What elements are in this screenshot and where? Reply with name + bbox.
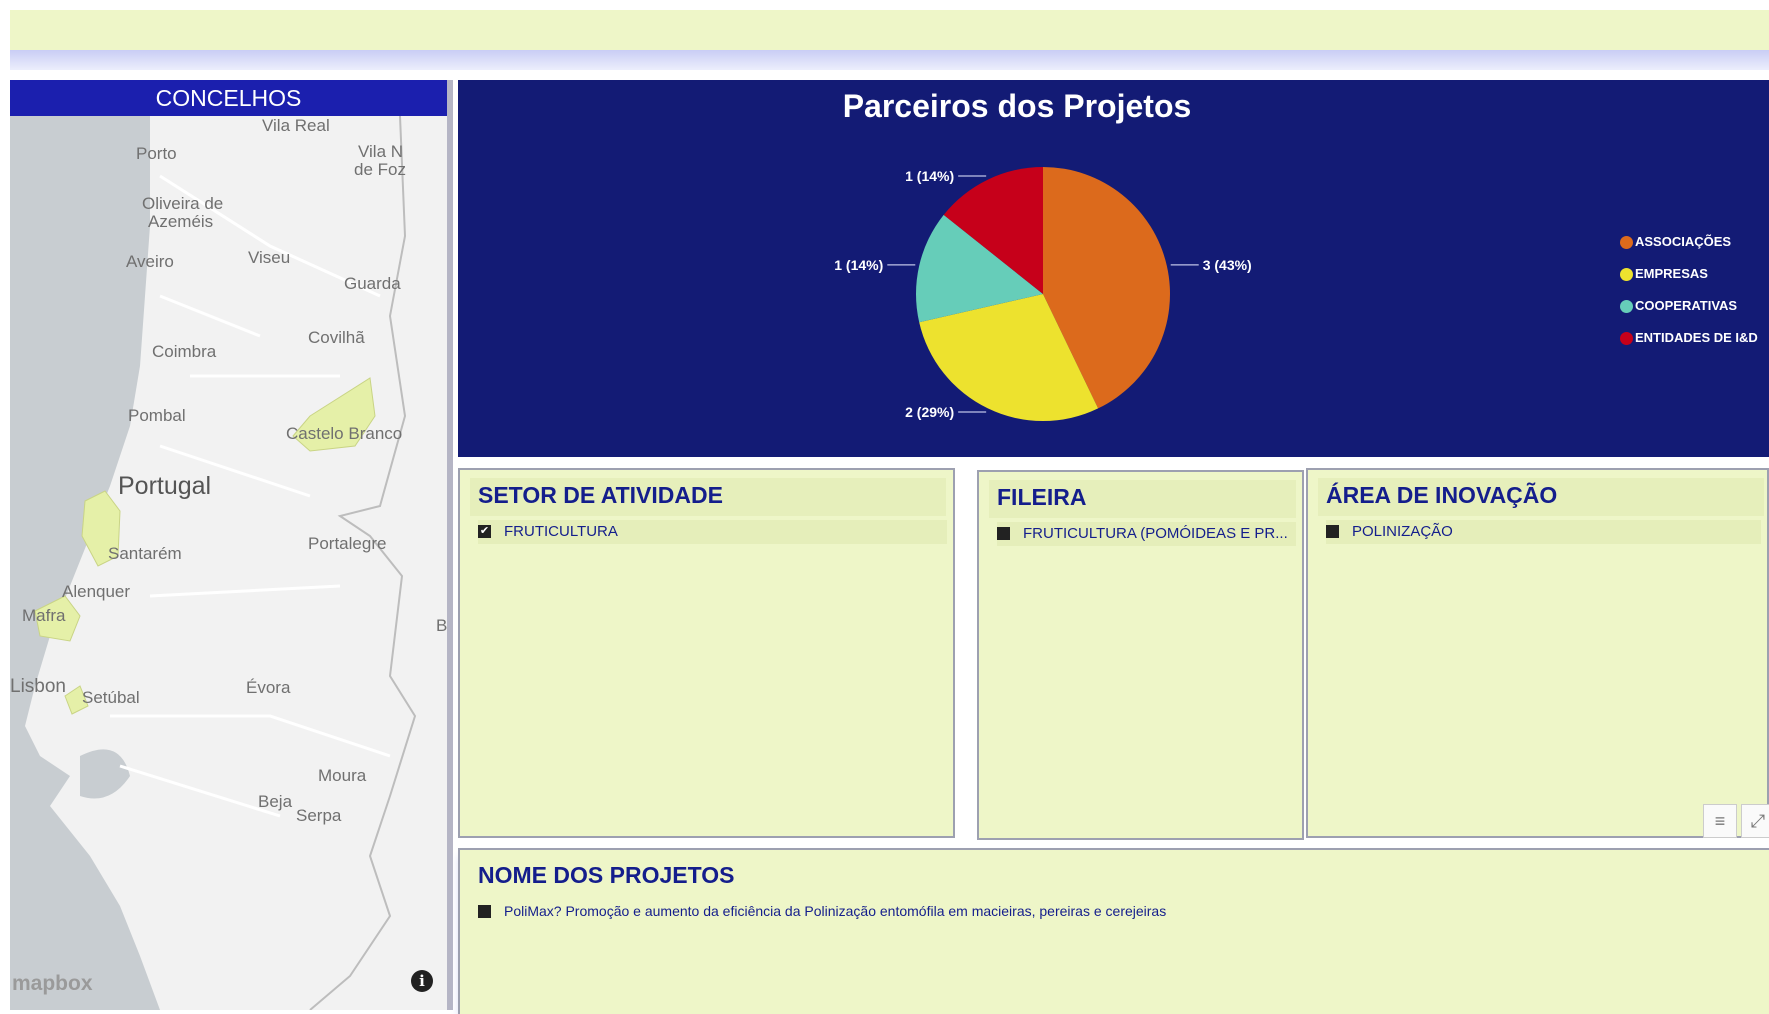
area-inovacao-slicer: ÁREA DE INOVAÇÃO POLINIZAÇÃO ≡ ⤢ [1306, 468, 1769, 838]
fileira-slicer: FILEIRA FRUTICULTURA (POMÓIDEAS E PR... [977, 470, 1304, 840]
setor-slicer: SETOR DE ATIVIDADE ✔ FRUTICULTURA [458, 468, 955, 838]
checkbox[interactable] [1326, 525, 1339, 538]
map-label: Santarém [108, 544, 182, 563]
map-label: Vila N [358, 142, 404, 161]
map-label: Lisbon [10, 676, 66, 697]
mapbox-logo[interactable]: mapbox [12, 972, 93, 996]
partners-chart-panel: Parceiros dos Projetos 3 (43%) 2 (29%) 1 (… [458, 80, 1769, 457]
map-label: Mafra [22, 606, 66, 625]
filter-icon[interactable]: ≡ [1703, 804, 1737, 838]
map-label: Vila Real [262, 116, 330, 135]
map-label: Pombal [128, 406, 186, 425]
map-label: Aveiro [126, 252, 174, 271]
legend-label: COOPERATIVAS [1635, 298, 1738, 313]
top-banner [10, 10, 1769, 50]
slicer-item-label: PoliMax? Promoção e aumento da eficiênci… [504, 903, 1167, 919]
fileira-title: FILEIRA [997, 484, 1087, 510]
map-label: Viseu [248, 248, 291, 267]
pie-data-label-3: 1 (14%) [905, 168, 954, 184]
info-icon[interactable]: i [411, 970, 433, 992]
map-shapes [10, 116, 447, 1010]
map-label: Moura [318, 766, 367, 785]
slicer-item-polimax[interactable]: PoliMax? Promoção e aumento da eficiênci… [478, 900, 1763, 924]
map-label: Alenquer [62, 582, 131, 601]
top-banner-shadow [10, 50, 1769, 70]
legend-label: ENTIDADES DE I&D [1635, 330, 1758, 345]
map-canvas[interactable]: Vila Real Porto Vila N de Foz Oliveira d… [10, 116, 447, 1010]
map-label: Oliveira de [142, 194, 224, 213]
slicer-item-label: FRUTICULTURA (POMÓIDEAS E PR... [1023, 525, 1288, 542]
map-label: Portalegre [308, 534, 387, 553]
slicer-item-label: POLINIZAÇÃO [1352, 523, 1453, 540]
pie-data-label-0: 3 (43%) [1203, 257, 1252, 273]
slicer-item-label: FRUTICULTURA [504, 523, 618, 540]
slicer-item-fileira[interactable]: FRUTICULTURA (POMÓIDEAS E PR... [997, 522, 1296, 546]
map-label: Évora [246, 678, 291, 697]
map-label: Covilhã [308, 328, 365, 347]
checkbox-checked[interactable]: ✔ [478, 525, 491, 538]
slicer-item-polinizacao[interactable]: POLINIZAÇÃO [1326, 520, 1761, 544]
map-label: Beja [258, 792, 293, 811]
pie-data-label-1: 2 (29%) [905, 404, 954, 420]
slicer-item-fruticultura[interactable]: ✔ FRUTICULTURA [478, 520, 947, 544]
focus-mode-icon[interactable]: ⤢ [1741, 804, 1769, 838]
legend-swatch [1620, 300, 1633, 313]
map-label-country: Portugal [118, 472, 212, 500]
area-title: ÁREA DE INOVAÇÃO [1326, 482, 1558, 508]
legend-swatch [1620, 332, 1633, 345]
map-label: Setúbal [82, 688, 140, 707]
checkbox[interactable] [478, 905, 491, 918]
map-title: CONCELHOS [10, 80, 447, 116]
map-label: Porto [136, 144, 177, 163]
pie-chart: 3 (43%) 2 (29%) 1 (14%) 1 (14%) [834, 167, 1252, 421]
concelhos-map-panel: CONCELHOS Vila Real Porto Vila N de Foz … [10, 80, 453, 1010]
map-label: Azeméis [148, 212, 214, 231]
map-label: B [436, 616, 447, 635]
legend-label: ASSOCIAÇÕES [1635, 234, 1732, 249]
legend-label: EMPRESAS [1635, 266, 1708, 281]
pie-data-label-2: 1 (14%) [834, 257, 883, 273]
map-label: Coimbra [152, 342, 217, 361]
map-label: Serpa [296, 806, 342, 825]
legend-swatch [1620, 268, 1633, 281]
checkbox[interactable] [997, 527, 1010, 540]
projetos-slicer: NOME DOS PROJETOS PoliMax? Promoção e au… [458, 848, 1769, 1014]
map-label: Castelo Branco [286, 424, 403, 443]
setor-title: SETOR DE ATIVIDADE [478, 482, 723, 508]
legend-swatch [1620, 236, 1633, 249]
map-label: de Foz [354, 160, 406, 179]
map-label: Guarda [344, 274, 401, 293]
projetos-title: NOME DOS PROJETOS [478, 862, 735, 888]
